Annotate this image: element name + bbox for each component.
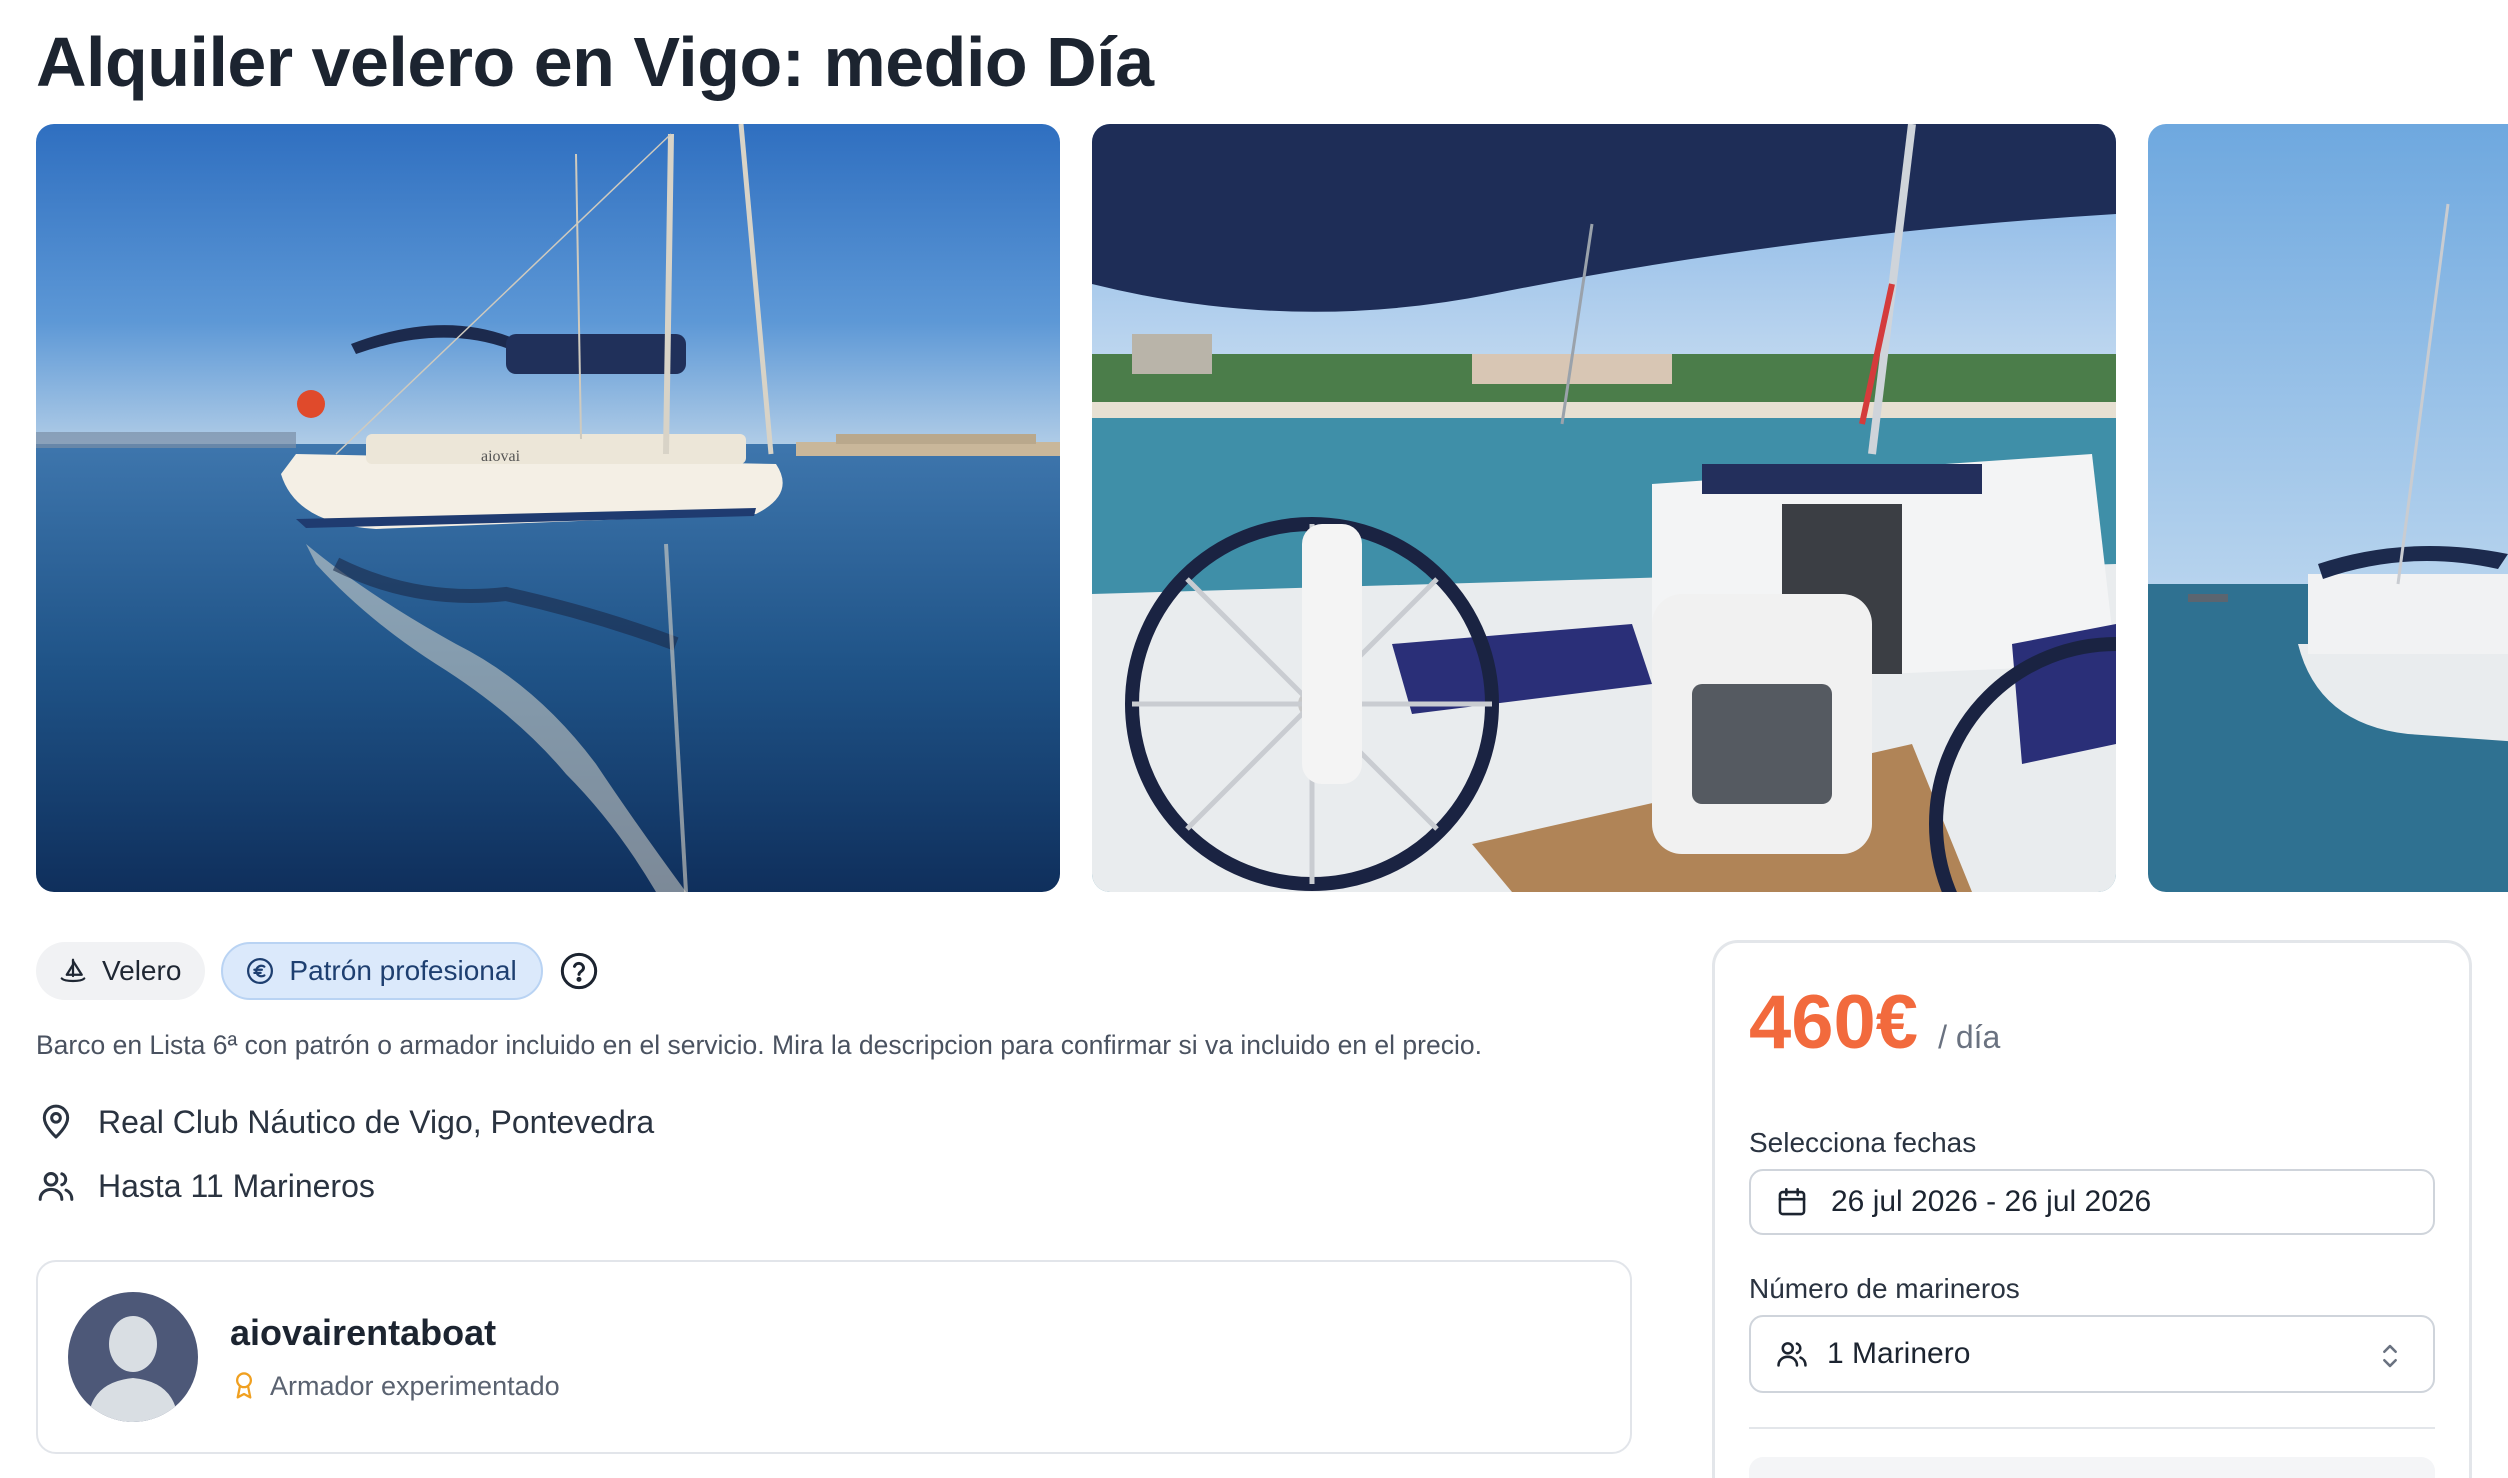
default-user-icon: [68, 1292, 198, 1422]
owner-badge: Armador experimentado: [230, 1370, 560, 1402]
booking-bottom-section: [1749, 1457, 2435, 1478]
price-unit: / día: [1938, 1019, 2001, 1055]
chevron-up-down-icon: [2383, 1344, 2397, 1368]
sailors-select[interactable]: 1 Marinero: [1749, 1315, 2435, 1393]
boat-side-image: [2148, 124, 2508, 892]
sailors-label: Número de marineros: [1749, 1273, 2020, 1304]
owner-username[interactable]: aiovairentaboat: [230, 1312, 496, 1354]
skipper-chip: Patrón profesional: [221, 942, 543, 1000]
sailboat-icon: [60, 958, 86, 983]
boat-name-text: aiovai: [481, 448, 521, 465]
price-value: 460€: [1749, 980, 1919, 1065]
boat-type-label: Velero: [102, 955, 182, 986]
capacity-line: Hasta 11 Marineros: [36, 1166, 375, 1206]
booking-card: 460€ / día Selecciona fechas 26 jul 2026…: [1712, 940, 2472, 1478]
boat-at-sea-image: aiovai: [36, 124, 1060, 892]
boat-type-chip: Velero: [36, 942, 206, 1000]
owner-badge-label: Armador experimentado: [270, 1370, 560, 1401]
listing-description: Barco en Lista 6ª con patrón o armador i…: [36, 1030, 1482, 1060]
tag-row: Velero Patrón profesional: [36, 942, 599, 1000]
sailors-value: 1 Marinero: [1827, 1337, 1971, 1370]
owner-card[interactable]: aiovairentaboat Armador experimentado: [36, 1260, 1632, 1454]
gallery-photo-3[interactable]: [2148, 124, 2508, 892]
price-block: 460€ / día: [1749, 979, 2000, 1066]
users-icon: [1777, 1342, 1807, 1367]
dates-label: Selecciona fechas: [1749, 1127, 1977, 1158]
avatar[interactable]: [68, 1292, 198, 1422]
users-icon: [38, 1172, 74, 1201]
gallery-photo-2[interactable]: [1092, 124, 2116, 892]
location-line: Real Club Náutico de Vigo, Pontevedra: [36, 1102, 654, 1142]
euro-circle-icon: [247, 958, 274, 984]
skipper-label: Patrón profesional: [289, 955, 517, 986]
calendar-icon: [1778, 1187, 1806, 1216]
question-circle-icon[interactable]: [559, 951, 599, 991]
map-pin-icon: [42, 1104, 70, 1139]
capacity-text: Hasta 11 Marineros: [98, 1167, 375, 1204]
booking-divider: [1749, 1427, 2435, 1429]
location-text: Real Club Náutico de Vigo, Pontevedra: [98, 1103, 655, 1140]
page-title: Alquiler velero en Vigo: medio Día: [36, 23, 1154, 101]
photo-gallery: aiovai: [36, 124, 2508, 892]
gallery-photo-1[interactable]: aiovai: [36, 124, 1060, 892]
award-ribbon-icon: [236, 1372, 252, 1399]
cockpit-wheel-image: [1092, 124, 2116, 892]
date-range-picker[interactable]: 26 jul 2026 - 26 jul 2026: [1749, 1169, 2435, 1235]
date-range-value: 26 jul 2026 - 26 jul 2026: [1831, 1185, 2152, 1218]
